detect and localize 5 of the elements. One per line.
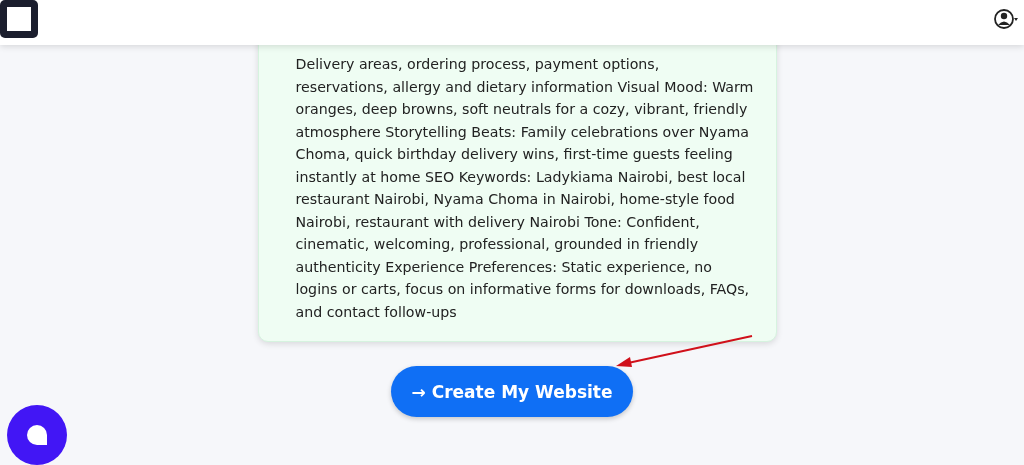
chat-icon[interactable] bbox=[7, 405, 67, 465]
logo-icon[interactable] bbox=[0, 0, 38, 38]
brief-text: Delivery areas, ordering process, payment options, reservations, allergy and dietary information Visual Mood: Warm oranges, deep browns, soft neutrals for a cozy, vibrant, friendly atmosphere Storytelling Beats: Family celebrations over Nyama Choma, quick birthday delivery wins, first-time guests feeling instantly at home SEO Keywords: Ladykiama Nairobi, best local restaurant Nairobi, Nyama Choma in Nairobi, home-style food Nairobi, restaurant with delivery Nairobi Tone: Confident, cinematic, welcoming, professional, grounded in friendly authenticity Experience Preferences: Static experience, no logins or carts, focus on informative forms for downloads, FAQs, and contact follow-ups bbox=[295, 55, 755, 322]
create-website-button[interactable]: → Create My Website bbox=[391, 366, 633, 417]
user-profile-icon[interactable] bbox=[994, 8, 1018, 30]
